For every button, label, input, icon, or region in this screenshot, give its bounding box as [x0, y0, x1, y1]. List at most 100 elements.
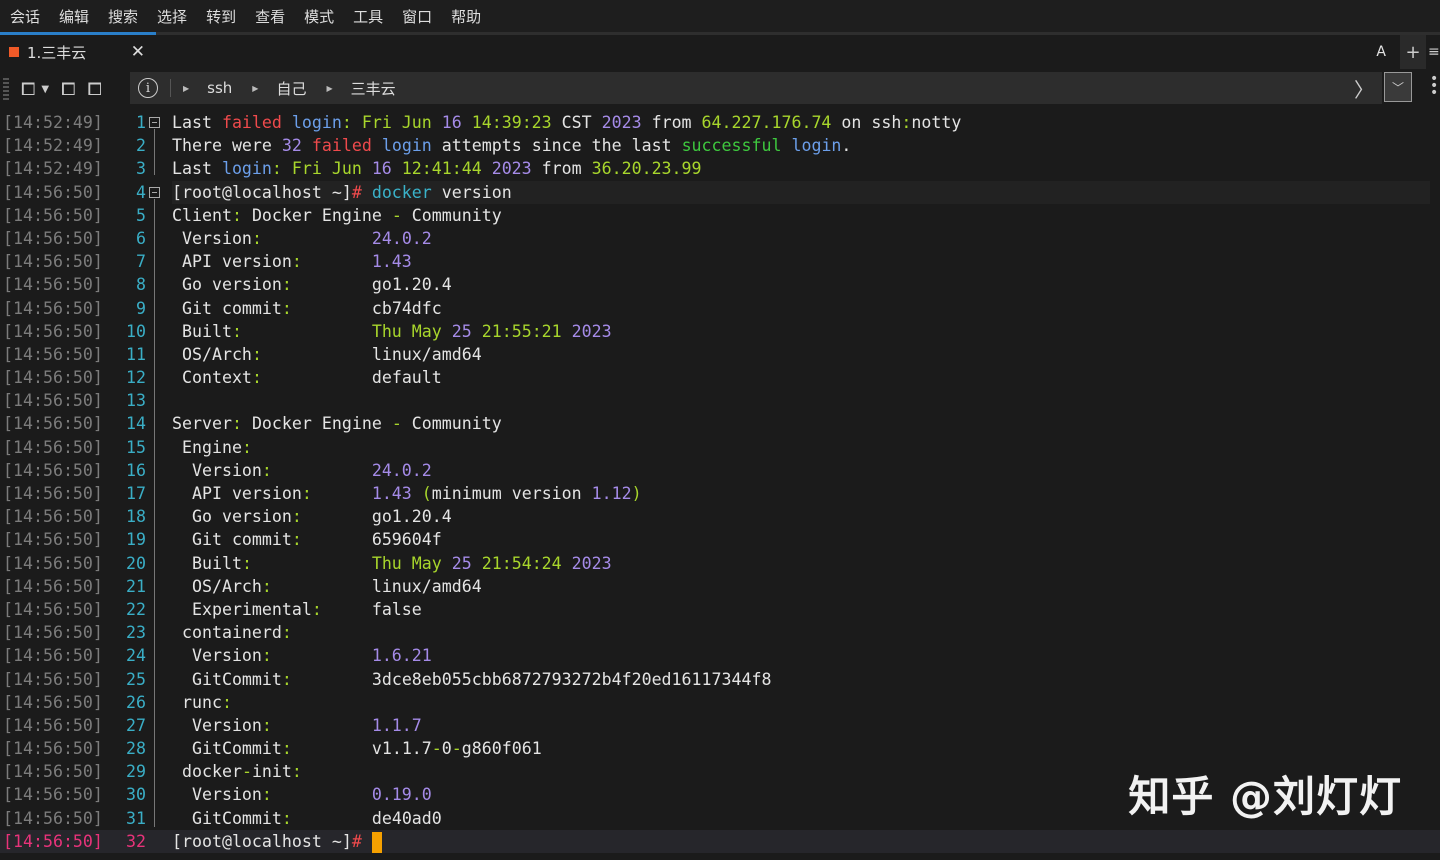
- terminal-output[interactable]: [14:52:49]1Last failed login: Fri Jun 16…: [0, 111, 1440, 860]
- menu-item[interactable]: 模式: [304, 6, 334, 27]
- chevron-right-icon[interactable]: 〉: [1354, 74, 1374, 103]
- breadcrumb-item[interactable]: ssh: [207, 79, 232, 97]
- terminal-line: [14:56:50]17 API version: 1.43 (minimum …: [0, 482, 1440, 505]
- breadcrumb-item[interactable]: 三丰云: [351, 78, 396, 99]
- text-segment: minimum version: [432, 484, 592, 503]
- menu-item[interactable]: 转到: [206, 6, 236, 27]
- text-segment: 0: [442, 739, 452, 758]
- text-segment: -: [242, 762, 252, 781]
- menu-item[interactable]: 选择: [157, 6, 187, 27]
- terminal-line: [14:56:50]19 Git commit: 659604f: [0, 528, 1440, 551]
- text-segment: Version: [172, 461, 262, 480]
- terminal-line: [14:56:50]21 OS/Arch: linux/amd64: [0, 575, 1440, 598]
- text-segment: runc: [172, 693, 222, 712]
- text-segment: :: [312, 600, 322, 619]
- text-segment: from: [642, 113, 702, 132]
- menu-item[interactable]: 查看: [255, 6, 285, 27]
- more-options-icon[interactable]: •••: [1430, 76, 1436, 97]
- terminal-line: [14:52:49]2There were 32 failed login at…: [0, 134, 1440, 157]
- text-segment: [302, 136, 312, 155]
- line-number: 26: [105, 691, 146, 714]
- terminal-line: [14:56:50]18 Go version: go1.20.4: [0, 505, 1440, 528]
- tab-session-1[interactable]: 1.三丰云 ✕: [0, 35, 155, 69]
- text-segment: [781, 136, 791, 155]
- text-segment: :: [252, 229, 262, 248]
- timestamp: [14:56:50]: [3, 575, 103, 598]
- menu-item[interactable]: 搜索: [108, 6, 138, 27]
- text-segment: Client: [172, 206, 232, 225]
- line-number: 24: [105, 644, 146, 667]
- text-segment: API version: [172, 484, 302, 503]
- close-session-icon[interactable]: ⧠: [61, 79, 75, 100]
- terminal-line: [14:56:50]24 Version: 1.6.21: [0, 644, 1440, 667]
- line-text: Last login: Fri Jun 16 12:41:44 2023 fro…: [172, 157, 1430, 180]
- text-segment: :: [262, 461, 272, 480]
- line-text: Context: default: [172, 366, 1430, 389]
- menu-item[interactable]: 会话: [10, 6, 40, 27]
- text-segment: : Fri Jun: [342, 113, 442, 132]
- text-segment: Docker Engine: [242, 206, 392, 225]
- text-segment: :: [302, 484, 312, 503]
- text-segment: OS/Arch: [172, 577, 262, 596]
- text-segment: -: [392, 206, 402, 225]
- font-button[interactable]: A: [1376, 44, 1386, 60]
- line-text: Go version: go1.20.4: [172, 505, 1430, 528]
- text-segment: :: [282, 299, 292, 318]
- line-number: 22: [105, 598, 146, 621]
- text-segment: Version: [172, 785, 262, 804]
- text-segment: on ssh: [831, 113, 901, 132]
- text-segment: Context: [172, 368, 252, 387]
- text-segment: API version: [172, 252, 292, 271]
- line-number: 13: [105, 389, 146, 412]
- line-number: 1: [105, 111, 146, 134]
- line-number: 12: [105, 366, 146, 389]
- text-segment: GitCommit: [172, 809, 282, 828]
- text-segment: Go version: [172, 275, 282, 294]
- text-segment: [272, 646, 372, 665]
- text-segment: 16: [372, 159, 392, 178]
- dropdown-button[interactable]: ﹀: [1384, 72, 1412, 102]
- menu-item[interactable]: 窗口: [402, 6, 432, 27]
- line-number: 2: [105, 134, 146, 157]
- line-number: 9: [105, 297, 146, 320]
- line-text: containerd:: [172, 621, 1430, 644]
- menu-item[interactable]: 编辑: [59, 6, 89, 27]
- terminal-line: [14:56:50]8 Go version: go1.20.4: [0, 273, 1440, 296]
- timestamp: [14:52:49]: [3, 111, 103, 134]
- line-text: OS/Arch: linux/amd64: [172, 575, 1430, 598]
- terminal-line: [14:52:49]3Last login: Fri Jun 16 12:41:…: [0, 157, 1440, 180]
- text-segment: Thu May: [372, 554, 452, 573]
- tab-label: 1.三丰云: [27, 42, 86, 63]
- timestamp: [14:56:50]: [3, 320, 103, 343]
- timestamp: [14:56:50]: [3, 598, 103, 621]
- timestamp: [14:56:50]: [3, 412, 103, 435]
- text-segment: -: [392, 414, 402, 433]
- breadcrumb-item[interactable]: 自己: [276, 78, 306, 99]
- terminal-line: [14:52:49]1Last failed login: Fri Jun 16…: [0, 111, 1440, 134]
- close-icon[interactable]: ✕: [131, 42, 145, 62]
- text-segment: :: [262, 785, 272, 804]
- drag-handle-icon[interactable]: [3, 78, 9, 100]
- new-tab-button[interactable]: +: [1400, 35, 1426, 69]
- text-segment: 2023: [572, 554, 612, 573]
- menu-item[interactable]: 帮助: [451, 6, 481, 27]
- menu-item[interactable]: 工具: [353, 6, 383, 27]
- new-session-icon[interactable]: ⧠: [21, 79, 35, 100]
- menu-icon[interactable]: ≡: [1428, 44, 1440, 60]
- timestamp: [14:56:50]: [3, 830, 103, 853]
- text-segment: 2023: [572, 322, 612, 341]
- text-segment: 32: [282, 136, 302, 155]
- line-number: 23: [105, 621, 146, 644]
- line-number: 27: [105, 714, 146, 737]
- text-segment: :: [292, 252, 302, 271]
- text-segment: 1.43: [372, 252, 412, 271]
- text-segment: 24.0.2: [372, 461, 432, 480]
- caret-right-icon: ▶: [183, 84, 189, 93]
- text-segment: Git commit: [172, 530, 292, 549]
- chevron-down-icon[interactable]: ▼: [41, 84, 49, 95]
- info-icon[interactable]: i: [138, 78, 158, 98]
- duplicate-session-icon[interactable]: ⧠: [88, 79, 102, 100]
- caret-right-icon: ▶: [252, 84, 258, 93]
- text-segment: :: [282, 275, 292, 294]
- text-segment: failed: [312, 136, 372, 155]
